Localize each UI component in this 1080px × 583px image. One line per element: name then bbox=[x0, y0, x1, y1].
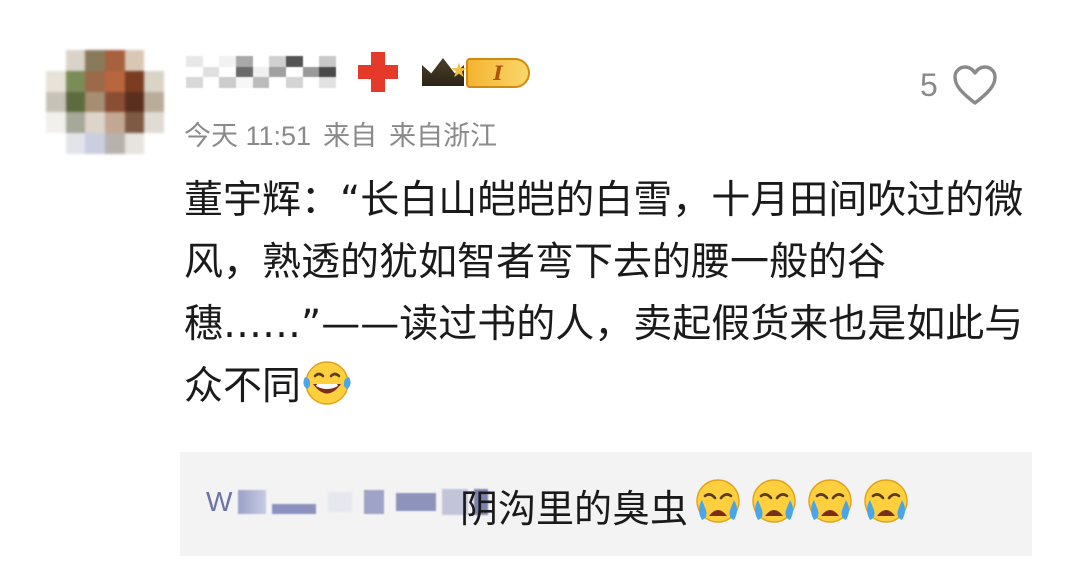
crying-emoji bbox=[692, 476, 744, 541]
crown-badge-icon[interactable]: ★ I bbox=[422, 52, 534, 92]
reply-preview[interactable]: W 阴沟里的臭虫 bbox=[180, 452, 1032, 556]
username[interactable]: ★ I bbox=[186, 50, 534, 94]
avatar[interactable] bbox=[46, 50, 164, 154]
red-cross-badge-icon bbox=[356, 50, 400, 94]
crying-emoji bbox=[804, 476, 856, 541]
reply-text-content: 阴沟里的臭虫 bbox=[460, 486, 689, 531]
comment-text: 董宇辉：“长白山皑皑的白雪，十月田间吹过的微风，熟透的犹如智者弯下去的腰一般的谷… bbox=[184, 170, 1034, 426]
reply-text: 阴沟里的臭虫 bbox=[460, 476, 912, 541]
crying-emoji bbox=[748, 476, 800, 541]
comment-time: 今天 11:51 bbox=[184, 121, 312, 151]
laughing-tears-emoji bbox=[301, 359, 353, 426]
badge-level: I bbox=[466, 58, 530, 88]
reply-name-initial: W bbox=[206, 486, 233, 517]
from-label: 来自 bbox=[323, 121, 378, 151]
crying-emoji bbox=[860, 476, 912, 541]
reply-name-pixelated bbox=[238, 490, 267, 514]
like-button[interactable]: 5 bbox=[920, 64, 998, 106]
reply-username[interactable]: W bbox=[206, 486, 489, 518]
like-count: 5 bbox=[920, 66, 938, 103]
comment-location: 来自浙江 bbox=[389, 121, 498, 151]
heart-outline-icon[interactable] bbox=[952, 64, 998, 106]
username-pixelated bbox=[186, 56, 336, 88]
comment-meta: 今天 11:51 来自 来自浙江 bbox=[184, 114, 497, 153]
